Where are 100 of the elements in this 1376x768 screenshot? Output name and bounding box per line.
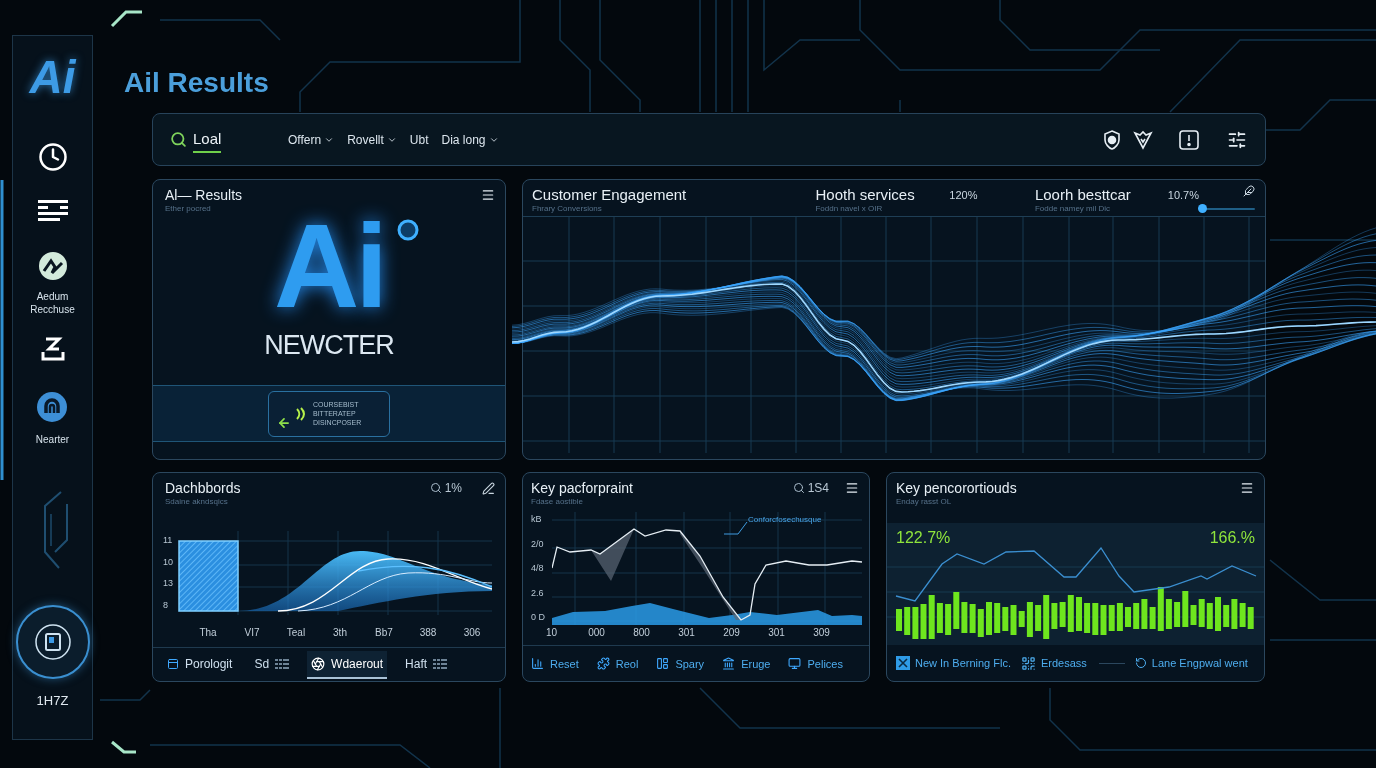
action-button[interactable]: Eruge bbox=[722, 656, 771, 671]
panel-subtitle: Ether pocred bbox=[165, 204, 212, 214]
tray-icon[interactable] bbox=[40, 336, 65, 362]
menu-button[interactable]: Ubt bbox=[409, 131, 429, 148]
hatched-bar bbox=[178, 540, 239, 612]
panel-title: Al— Results bbox=[165, 186, 243, 204]
ring-button[interactable] bbox=[15, 605, 90, 679]
chart-bar bbox=[1125, 607, 1131, 627]
signal-waves-icon bbox=[295, 406, 305, 421]
panel-subtitle: Enday rasst OL bbox=[896, 497, 953, 507]
annotation-text: Conforcfosechusque bbox=[748, 515, 822, 525]
panel-title: Dachbbords bbox=[165, 479, 241, 497]
slider-thumb[interactable] bbox=[1197, 204, 1207, 213]
link-button[interactable]: New In Berning Flc. bbox=[896, 656, 1011, 670]
sliders-icon[interactable] bbox=[1227, 129, 1247, 150]
action-button[interactable]: Reol bbox=[596, 656, 639, 671]
tab[interactable]: Haft bbox=[401, 650, 452, 679]
badge-text: 1H7Z bbox=[36, 693, 69, 709]
metric-subtitle: Fodde namey mil Dic bbox=[1034, 204, 1112, 214]
shaded-band bbox=[591, 529, 634, 581]
refresh-icon bbox=[1134, 657, 1147, 669]
chart-bar bbox=[1215, 597, 1221, 631]
action-button[interactable]: Pelices bbox=[788, 656, 843, 671]
panel-subtitle: Fhrary Conversions bbox=[532, 204, 603, 214]
metric-value: 120% bbox=[949, 188, 979, 202]
axis-label: Tha bbox=[198, 626, 218, 640]
axis-label: 4/8 bbox=[531, 563, 545, 574]
panel-title: Customer Engagement bbox=[532, 185, 688, 204]
sidebar-item[interactable]: Nearter bbox=[35, 392, 70, 446]
axis-label: 3th bbox=[332, 626, 348, 640]
document-lines-icon[interactable] bbox=[37, 200, 68, 224]
axis-label: 11 bbox=[163, 535, 174, 546]
menu-button[interactable]: Dia long bbox=[441, 131, 499, 148]
menu-button[interactable]: Rovellt bbox=[347, 131, 397, 148]
slider[interactable] bbox=[1199, 204, 1255, 213]
feather-icon[interactable] bbox=[1243, 185, 1255, 197]
axis-label: 10 bbox=[544, 626, 559, 640]
axis-label: 388 bbox=[418, 626, 438, 640]
panel-subtitle: Sdaine akndsqics bbox=[165, 497, 229, 507]
chart-bar bbox=[896, 609, 902, 631]
logo-text: Ai bbox=[274, 216, 384, 316]
reading-text: 1S4 bbox=[807, 481, 829, 495]
menu-icon[interactable] bbox=[1240, 481, 1254, 495]
axis-label: 309 bbox=[812, 626, 831, 640]
axis-label: Teal bbox=[285, 626, 307, 640]
shield-icon[interactable] bbox=[1103, 129, 1121, 150]
axis-label: 10 bbox=[163, 556, 174, 568]
menu-button[interactable]: Offern bbox=[288, 131, 335, 148]
percent-value: 122.7% bbox=[896, 529, 951, 547]
document-icon bbox=[34, 624, 71, 660]
link-button[interactable]: Lane Engpwal went bbox=[1134, 656, 1248, 670]
leader-line bbox=[723, 521, 748, 535]
axis-label: 13 bbox=[163, 578, 174, 590]
wordmark-text: NEWCTER bbox=[264, 330, 394, 360]
aperture-icon bbox=[311, 656, 326, 671]
tab[interactable]: Sd bbox=[250, 650, 294, 679]
percent-value: 166.% bbox=[1209, 529, 1255, 547]
axis-label: kB bbox=[531, 514, 543, 525]
action-button[interactable]: Spary bbox=[656, 656, 705, 671]
axis-label: 000 bbox=[587, 626, 606, 640]
qr-code-icon bbox=[1021, 655, 1036, 671]
metric-value: 10.7% bbox=[1167, 188, 1199, 202]
search-icon[interactable] bbox=[429, 482, 442, 494]
pen-icon[interactable] bbox=[482, 481, 495, 495]
sidebar-item[interactable]: Aedum Recchuse bbox=[17, 252, 88, 316]
info-square-icon[interactable] bbox=[1179, 129, 1199, 150]
axis-label: VI7 bbox=[243, 626, 261, 640]
axis-label: 0 D bbox=[531, 612, 546, 623]
search-field[interactable]: Loal bbox=[170, 126, 274, 153]
menu-icon[interactable] bbox=[481, 188, 495, 202]
search-icon bbox=[170, 131, 187, 148]
panel-icon bbox=[656, 657, 670, 670]
axis-label: 301 bbox=[677, 626, 696, 640]
metric-label: Loorh besttcar bbox=[1034, 185, 1132, 204]
tiny-grid-icon bbox=[433, 658, 448, 669]
tab[interactable]: Porologit bbox=[163, 650, 237, 679]
axis-label: 306 bbox=[462, 626, 482, 640]
zigzag-disc-icon bbox=[38, 252, 67, 280]
monitor-icon bbox=[788, 657, 802, 670]
panel-title: Key pencorortiouds bbox=[896, 479, 1017, 497]
at-sign-icon bbox=[37, 392, 68, 422]
building-icon bbox=[722, 657, 736, 670]
metric-subtitle: Foddn navel x OIR bbox=[815, 204, 884, 214]
tab[interactable]: Wdaerout bbox=[307, 650, 388, 679]
puzzle-icon bbox=[596, 657, 610, 670]
action-button[interactable]: Reset bbox=[531, 656, 579, 671]
menu-icon[interactable] bbox=[845, 481, 859, 495]
axis-label: Bb7 bbox=[374, 626, 394, 640]
chart-bar bbox=[986, 602, 992, 635]
link-button[interactable]: Erdesass bbox=[1021, 655, 1087, 671]
axis-label: 209 bbox=[722, 626, 741, 640]
axis-label: 301 bbox=[767, 626, 786, 640]
axis-label: 800 bbox=[632, 626, 651, 640]
panel-title: Key pacforpraint bbox=[531, 479, 633, 497]
axis-label: 8 bbox=[163, 599, 169, 611]
clock-icon[interactable] bbox=[37, 142, 68, 172]
panel-icon bbox=[167, 657, 179, 670]
reading-text: 1% bbox=[444, 481, 462, 495]
search-icon[interactable] bbox=[792, 482, 805, 494]
chevron-badge-icon[interactable] bbox=[1133, 129, 1153, 150]
